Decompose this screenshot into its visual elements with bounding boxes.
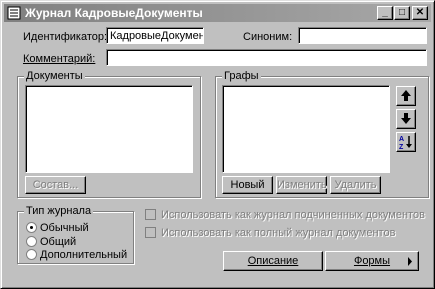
radio-button-icon xyxy=(26,249,37,260)
radio-ordinary[interactable]: Обычный xyxy=(26,222,89,234)
move-down-button[interactable] xyxy=(396,109,416,129)
minimize-button[interactable]: _ xyxy=(377,6,393,20)
close-icon: ✕ xyxy=(415,7,425,18)
compose-button[interactable]: Состав... xyxy=(25,176,86,194)
full-journal-label: Использовать как полный журнал документо… xyxy=(161,227,396,239)
forms-button-label: Формы xyxy=(353,255,391,267)
identifier-label: Идентификатор: xyxy=(23,31,108,43)
maximize-button[interactable]: □ xyxy=(394,6,410,20)
maximize-icon: □ xyxy=(398,7,406,18)
title-bar[interactable]: Журнал КадровыеДокументы _ □ ✕ xyxy=(4,4,431,22)
columns-list[interactable] xyxy=(222,85,390,173)
edit-column-button[interactable]: Изменить xyxy=(276,176,327,194)
checkbox-icon xyxy=(145,227,156,238)
comment-label: Комментарий: xyxy=(23,53,96,65)
comment-field[interactable] xyxy=(106,49,427,66)
journal-icon xyxy=(7,6,21,20)
radio-additional[interactable]: Дополнительный xyxy=(26,249,127,261)
identifier-field[interactable]: КадровыеДокументы xyxy=(106,27,204,44)
description-button-label: Описание xyxy=(247,255,299,267)
radio-general-label: Общий xyxy=(40,236,77,248)
journal-properties-window: Журнал КадровыеДокументы _ □ ✕ Идентифик… xyxy=(0,0,435,289)
radio-button-icon xyxy=(26,236,37,247)
close-button[interactable]: ✕ xyxy=(412,6,428,20)
radio-general[interactable]: Общий xyxy=(26,236,76,248)
svg-text:Z: Z xyxy=(399,144,404,151)
subordinate-journal-checkbox[interactable]: Использовать как журнал подчиненных доку… xyxy=(145,209,425,221)
window-title: Журнал КадровыеДокументы xyxy=(25,6,203,20)
arrow-up-icon xyxy=(401,90,411,101)
synonym-field[interactable] xyxy=(298,27,427,44)
documents-list[interactable] xyxy=(25,85,193,173)
subordinate-journal-label: Использовать как журнал подчиненных доку… xyxy=(161,209,425,221)
journal-type-group-label: Тип журнала xyxy=(24,205,94,217)
forms-button[interactable]: Формы xyxy=(325,251,419,271)
new-column-button[interactable]: Новый xyxy=(222,176,273,194)
sort-az-icon: A Z xyxy=(399,136,412,151)
description-button[interactable]: Описание xyxy=(223,251,323,271)
svg-text:A: A xyxy=(399,136,404,143)
columns-group-label: Графы xyxy=(222,70,261,82)
radio-additional-label: Дополнительный xyxy=(40,249,128,261)
radio-button-icon xyxy=(26,222,37,233)
full-journal-checkbox[interactable]: Использовать как полный журнал документо… xyxy=(145,227,395,239)
checkbox-icon xyxy=(145,209,156,220)
submenu-arrow-icon xyxy=(408,257,412,266)
move-up-button[interactable] xyxy=(396,86,416,106)
arrow-down-icon xyxy=(401,113,411,124)
documents-group-label: Документы xyxy=(24,70,85,82)
minimize-icon: _ xyxy=(382,7,388,18)
delete-column-button[interactable]: Удалить xyxy=(330,176,381,194)
sort-button[interactable]: A Z xyxy=(396,132,416,152)
synonym-label: Синоним: xyxy=(243,31,293,43)
radio-ordinary-label: Обычный xyxy=(40,222,89,234)
